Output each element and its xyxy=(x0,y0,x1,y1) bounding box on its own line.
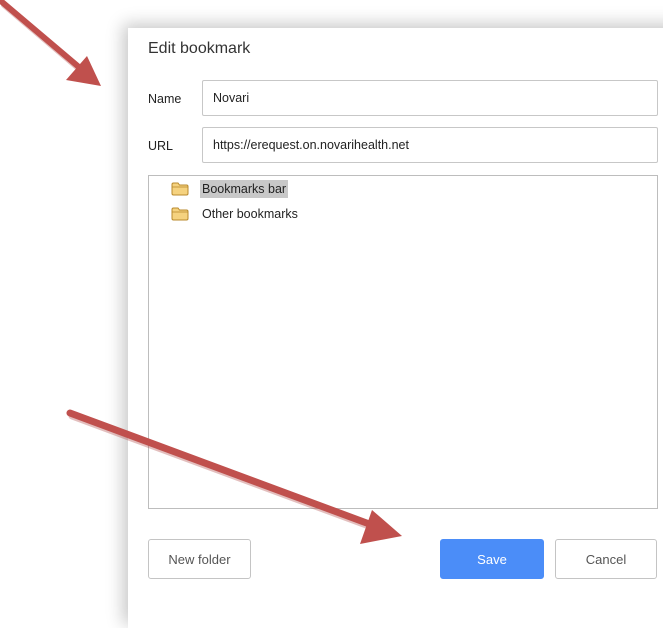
folder-label: Other bookmarks xyxy=(202,207,298,221)
folder-icon xyxy=(171,182,189,196)
folder-item-other-bookmarks[interactable]: Other bookmarks xyxy=(171,204,300,224)
dialog-title: Edit bookmark xyxy=(148,40,251,57)
new-folder-button[interactable]: New folder xyxy=(148,539,251,579)
name-input[interactable] xyxy=(202,80,658,116)
cancel-button[interactable]: Cancel xyxy=(555,539,657,579)
arrow-to-title xyxy=(0,0,101,86)
save-button[interactable]: Save xyxy=(440,539,544,579)
url-input[interactable] xyxy=(202,127,658,163)
folder-icon xyxy=(171,207,189,221)
url-label: URL xyxy=(148,139,174,153)
folder-tree[interactable]: Bookmarks bar Other bookmarks xyxy=(148,175,658,509)
name-label: Name xyxy=(148,92,182,106)
folder-item-bookmarks-bar[interactable]: Bookmarks bar xyxy=(171,179,289,199)
folder-label: Bookmarks bar xyxy=(200,180,289,198)
